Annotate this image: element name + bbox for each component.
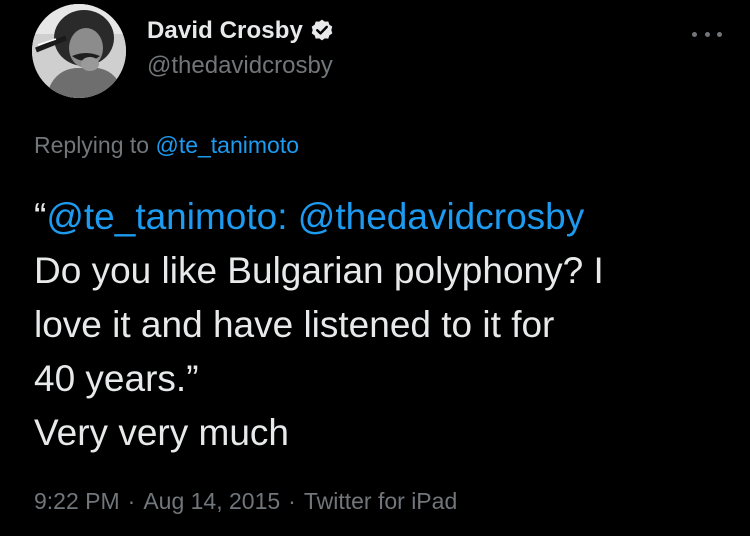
author-block[interactable]: David Crosby @thedavidcrosby: [147, 14, 335, 80]
avatar[interactable]: [32, 4, 126, 98]
verified-badge-icon: [309, 18, 335, 44]
name-row: David Crosby: [147, 14, 335, 48]
mention-link[interactable]: @thedavidcrosby: [298, 196, 584, 237]
tweet-line-4: 40 years.”: [34, 358, 199, 399]
tweet-line-2: Do you like Bulgarian polyphony? I: [34, 250, 604, 291]
tweet-time[interactable]: 9:22 PM: [34, 488, 120, 514]
tweet-source[interactable]: Twitter for iPad: [304, 488, 457, 514]
more-options-icon[interactable]: [692, 24, 722, 44]
tweet-line-1: “@te_tanimoto: @thedavidcrosby: [34, 190, 724, 244]
mention-link[interactable]: @te_tanimoto:: [46, 196, 287, 237]
meta-separator: ·: [127, 488, 136, 514]
more-dot: [717, 31, 722, 37]
tweet-card: David Crosby @thedavidcrosby Replying to…: [0, 0, 750, 536]
tweet-line-5: Very very much: [34, 412, 289, 453]
replying-to: Replying to @te_tanimoto: [34, 132, 299, 159]
quote-open: “: [34, 196, 47, 237]
tweet-date[interactable]: Aug 14, 2015: [143, 488, 280, 514]
avatar-image: [32, 4, 126, 98]
more-dot: [692, 31, 697, 37]
reply-mention-link[interactable]: @te_tanimoto: [155, 132, 299, 158]
tweet-meta: 9:22 PM · Aug 14, 2015 · Twitter for iPad: [34, 488, 457, 515]
tweet-text: “@te_tanimoto: @thedavidcrosby Do you li…: [34, 190, 724, 460]
display-name[interactable]: David Crosby: [147, 17, 303, 45]
tweet-line-3: love it and have listened to it for: [34, 304, 555, 345]
more-dot: [704, 31, 710, 37]
replying-prefix: Replying to: [34, 132, 156, 158]
meta-separator: ·: [288, 488, 296, 514]
user-handle[interactable]: @thedavidcrosby: [147, 52, 335, 80]
